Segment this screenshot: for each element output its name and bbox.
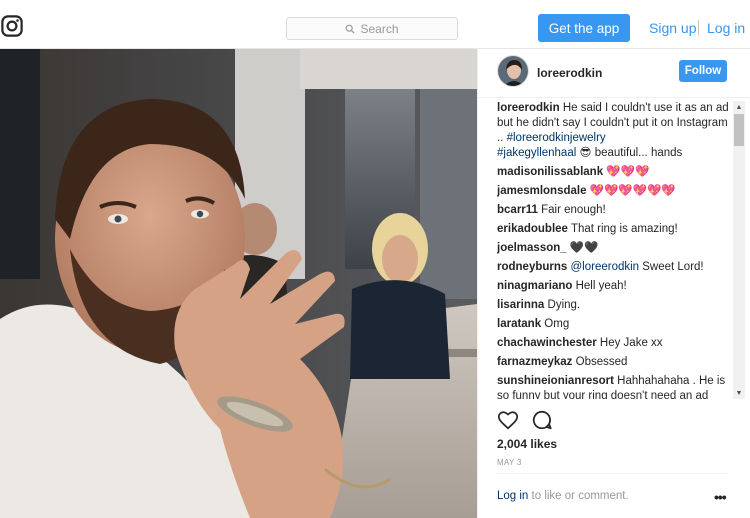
comment-username[interactable]: madisonilissablank <box>497 166 603 178</box>
comments-scrollbar[interactable]: ▲ ▼ <box>733 101 745 399</box>
search-placeholder: Search <box>360 21 399 36</box>
comment-username[interactable]: joelmasson_ <box>497 242 567 254</box>
comment-item: lisarinna Dying. <box>497 298 730 313</box>
post-panel: loreerodkin Follow loreerodkin He said I… <box>477 49 750 518</box>
comment-username[interactable]: sunshineionianresort <box>497 375 614 387</box>
login-prompt-text: to like or comment. <box>528 490 629 502</box>
comment-item: farnazmeykaz Obsessed <box>497 355 730 370</box>
comment-username[interactable]: bcarr11 <box>497 204 538 216</box>
top-nav: Search Get the app Sign up Log in <box>0 0 750 49</box>
comment-item: rodneyburns @loreerodkin Sweet Lord! <box>497 260 730 275</box>
comment-list[interactable]: loreerodkin He said I couldn't use it as… <box>497 101 730 399</box>
comment-text: Sweet Lord! <box>639 261 704 273</box>
sign-up-link[interactable]: Sign up <box>649 20 696 36</box>
comment-item: laratank Omg <box>497 317 730 332</box>
comment-username[interactable]: erikadoublee <box>497 223 568 235</box>
comment-text: 💖💖💖💖💖💖 <box>586 185 676 197</box>
comment-text: 🖤🖤 <box>566 242 599 254</box>
more-options-icon[interactable]: ••• <box>714 489 727 505</box>
caption-text: beautiful... hands <box>594 147 683 159</box>
comment-text: Dying. <box>544 299 581 311</box>
comment-username[interactable]: chachawinchester <box>497 337 597 349</box>
footer-divider <box>497 473 727 474</box>
scroll-up-arrow-icon[interactable]: ▲ <box>733 101 745 113</box>
comment-username[interactable]: farnazmeykaz <box>497 356 572 368</box>
login-prompt: Log in to like or comment. <box>497 490 629 502</box>
caption-username[interactable]: loreerodkin <box>497 102 560 114</box>
comment-item: chachawinchester Hey Jake xx <box>497 336 730 351</box>
comment-text: Obsessed <box>572 356 628 368</box>
avatar[interactable] <box>497 55 529 87</box>
search-icon <box>346 24 356 34</box>
comment-item: sunshineionianresort Hahhahahaha . He is… <box>497 374 730 399</box>
hashtag-link[interactable]: #jakegyllenhaal <box>497 147 576 159</box>
comment-item: erikadoublee That ring is amazing! <box>497 222 730 237</box>
caption-emoji: 😎 <box>576 147 595 159</box>
comment-item: joelmasson_ 🖤🖤 <box>497 241 730 256</box>
comment-username[interactable]: ninagmariano <box>497 280 572 292</box>
comment-item: jamesmlonsdale 💖💖💖💖💖💖 <box>497 184 730 199</box>
hashtag-link[interactable]: #loreerodkinjewelry <box>507 132 606 144</box>
comment-text: Hey Jake xx <box>596 337 663 349</box>
comment-text: Omg <box>541 318 570 330</box>
scrollbar-thumb[interactable] <box>734 114 744 146</box>
comment-username[interactable]: rodneyburns <box>497 261 567 273</box>
login-to-comment-link[interactable]: Log in <box>497 490 528 502</box>
header-divider <box>478 97 750 98</box>
comment-text: Hell yeah! <box>572 280 627 292</box>
post-caption: loreerodkin He said I couldn't use it as… <box>497 101 730 161</box>
comment-icon[interactable] <box>531 409 553 431</box>
get-the-app-button[interactable]: Get the app <box>538 14 630 42</box>
nav-separator <box>698 20 699 35</box>
heart-icon[interactable] <box>497 409 519 431</box>
log-in-link[interactable]: Log in <box>707 20 745 36</box>
instagram-logo-icon[interactable] <box>1 15 23 37</box>
post-header: loreerodkin Follow <box>478 49 750 97</box>
like-count[interactable]: 2,004 likes <box>497 437 557 451</box>
search-input[interactable]: Search <box>286 17 458 40</box>
scroll-down-arrow-icon[interactable]: ▼ <box>733 387 745 399</box>
comment-item: bcarr11 Fair enough! <box>497 203 730 218</box>
comment-text: 💖💖💖 <box>603 166 650 178</box>
follow-button[interactable]: Follow <box>679 60 727 82</box>
mention-link[interactable]: @loreerodkin <box>567 261 639 273</box>
comment-item: ninagmariano Hell yeah! <box>497 279 730 294</box>
post-owner-username[interactable]: loreerodkin <box>537 66 602 80</box>
comment-username[interactable]: jamesmlonsdale <box>497 185 586 197</box>
comment-item: madisonilissablank 💖💖💖 <box>497 165 730 180</box>
post-image <box>0 49 477 518</box>
comment-text: Fair enough! <box>537 204 606 216</box>
post-photo[interactable] <box>0 49 477 518</box>
comment-username[interactable]: laratank <box>497 318 541 330</box>
post-date: MAY 3 <box>497 458 522 467</box>
post-actions <box>497 409 553 433</box>
comment-username[interactable]: lisarinna <box>497 299 544 311</box>
comment-text: That ring is amazing! <box>567 223 678 235</box>
